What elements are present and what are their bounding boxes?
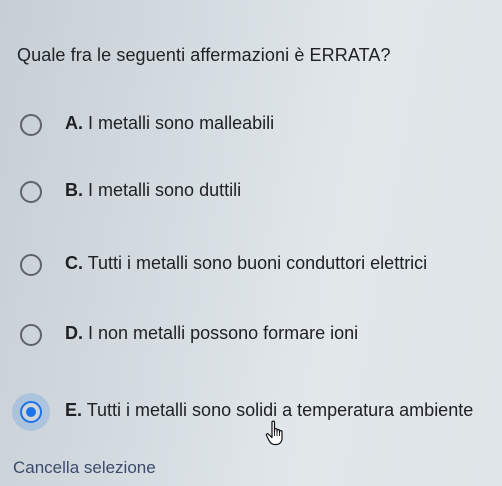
option-letter: C. [65,253,83,273]
option-e[interactable]: E. Tutti i metalli sono solidi a tempera… [18,399,502,427]
clear-selection-link[interactable]: Cancella selezione [13,458,156,478]
option-letter: E. [65,400,83,420]
radio-button-icon[interactable] [20,114,42,136]
option-letter: A. [65,113,83,133]
option-b[interactable]: B. I metalli sono duttili [18,179,502,207]
radio-button-selected-icon[interactable] [20,401,42,423]
radio-button-icon[interactable] [20,181,42,203]
option-label: I non metalli possono formare ioni [88,323,359,343]
question-text: Quale fra le seguenti affermazioni è ERR… [17,45,391,65]
option-label: I metalli sono malleabili [88,113,275,133]
option-c[interactable]: C. Tutti i metalli sono buoni conduttori… [18,252,502,280]
radio-button-icon[interactable] [20,254,42,276]
option-a[interactable]: A. I metalli sono malleabili [18,112,502,140]
option-letter: B. [65,180,83,200]
radio-button-icon[interactable] [20,324,42,346]
option-d[interactable]: D. I non metalli possono formare ioni [18,322,502,350]
radio-dot-icon [26,407,36,417]
option-label: Tutti i metalli sono buoni conduttori el… [87,253,428,273]
quiz-screen: Quale fra le seguenti affermazioni è ERR… [0,0,502,486]
option-label: I metalli sono duttili [88,180,242,200]
option-label: Tutti i metalli sono solidi a temperatur… [86,400,474,420]
option-letter: D. [65,323,83,343]
